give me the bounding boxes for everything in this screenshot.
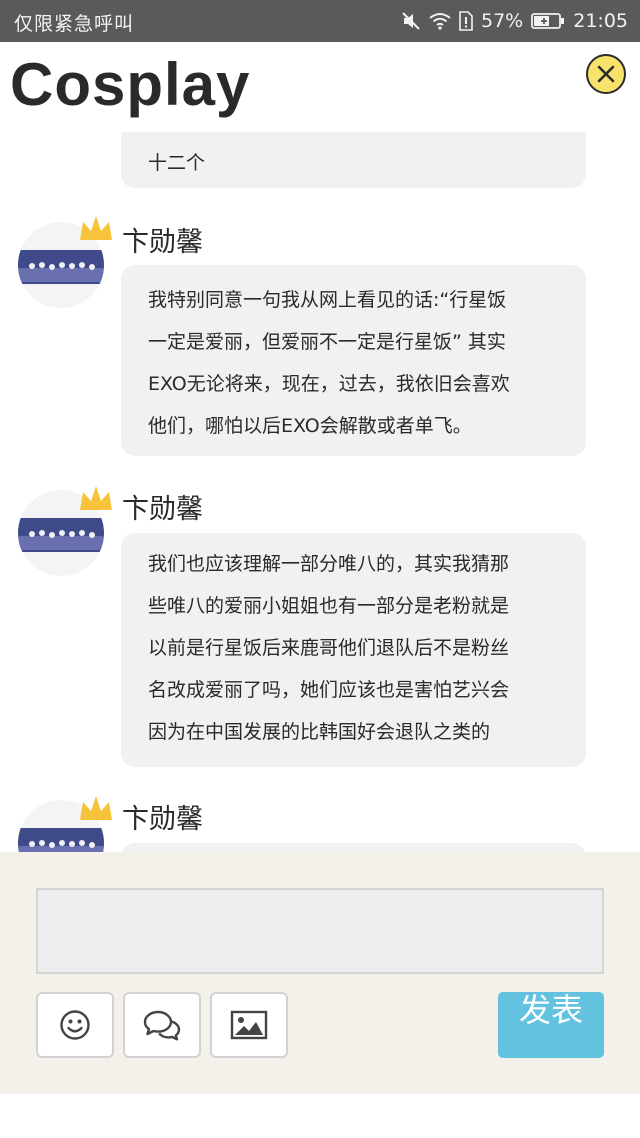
message-line: EXO无论将来，现在，过去，我依旧会喜欢 [148, 373, 510, 395]
emoji-button[interactable] [36, 992, 114, 1058]
username[interactable]: 卞勋馨 [122, 220, 203, 259]
compose-bar: 发表 [0, 852, 640, 1094]
message-line: 一定是爱丽，但爱丽不一定是行星饭” 其实 [148, 331, 506, 353]
crown-icon [80, 216, 112, 240]
message-line: 以前是行星饭后来鹿哥他们退队后不是粉丝 [148, 637, 510, 659]
message-bubble: 十二个 [121, 132, 586, 188]
image-button[interactable] [210, 992, 288, 1058]
message-line: 他们，哪怕以后EXO会解散或者单飞。 [148, 415, 472, 437]
comment-input[interactable] [36, 888, 604, 974]
status-bar: 仅限紧急呼叫 57% 21:05 [0, 0, 640, 42]
message-line: 名改成爱丽了吗，她们应该也是害怕艺兴会 [148, 679, 510, 701]
smiley-icon [60, 1010, 90, 1040]
send-button[interactable]: 发表 [498, 992, 604, 1058]
page-title: Cosplay [10, 51, 251, 118]
message-line: 我们也应该理解一部分唯八的，其实我猜那 [148, 553, 510, 575]
chat-bubbles-icon [143, 1010, 181, 1041]
message-line: 十二个 [148, 152, 206, 174]
mute-icon [402, 12, 420, 30]
carrier-text: 仅限紧急呼叫 [14, 13, 135, 35]
username[interactable]: 卞勋馨 [122, 797, 203, 836]
close-button[interactable] [586, 54, 626, 94]
wifi-icon [429, 13, 451, 30]
header: Cosplay [0, 42, 640, 132]
comment-button[interactable] [123, 992, 201, 1058]
message-bubble: 我们也应该理解一部分唯八的，其实我猜那 些唯八的爱丽小姐姐也有一部分是老粉就是 … [121, 533, 586, 767]
message-bubble: 我特别同意一句我从网上看见的话:“行星饭 一定是爱丽，但爱丽不一定是行星饭” 其… [121, 265, 586, 456]
username[interactable]: 卞勋馨 [122, 487, 203, 526]
close-icon [597, 65, 615, 83]
sim-icon [459, 11, 473, 31]
crown-icon [80, 796, 112, 820]
battery-percent: 57% [481, 10, 524, 32]
image-icon [230, 1010, 268, 1040]
message-line: 因为在中国发展的比韩国好会退队之类的 [148, 721, 491, 743]
message-line: 我特别同意一句我从网上看见的话:“行星饭 [148, 289, 507, 311]
message-line: 些唯八的爱丽小姐姐也有一部分是老粉就是 [148, 595, 510, 617]
crown-icon [80, 486, 112, 510]
message-list[interactable]: 十二个 卞勋馨 我特别同意一句我从网上看见的话:“行星饭 一定是爱丽，但爱丽不一… [0, 132, 640, 852]
message-bubble [121, 843, 586, 852]
status-icons: 57% 21:05 [401, 8, 628, 34]
clock: 21:05 [573, 10, 628, 32]
battery-icon [531, 13, 565, 29]
